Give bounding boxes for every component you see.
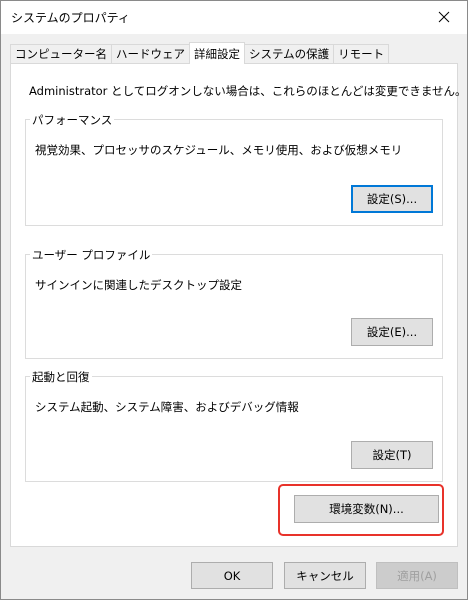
- tab-computer-name[interactable]: コンピューター名: [10, 44, 112, 63]
- performance-title: パフォーマンス: [30, 112, 115, 128]
- apply-button[interactable]: 適用(A): [376, 562, 458, 589]
- environment-variables-button[interactable]: 環境変数(N)...: [294, 495, 439, 523]
- performance-description: 視覚効果、プロセッサのスケジュール、メモリ使用、および仮想メモリ: [35, 143, 403, 157]
- startup-recovery-description: システム起動、システム障害、およびデバッグ情報: [35, 400, 299, 414]
- admin-note: Administrator としてログオンしない場合は、これらのほとんどは変更で…: [29, 84, 467, 98]
- system-properties-dialog: システムのプロパティ コンピューター名 ハードウェア 詳細設定 システムの保護 …: [0, 0, 468, 600]
- close-button[interactable]: [421, 1, 467, 33]
- tab-label: ハードウェア: [116, 47, 185, 61]
- performance-group: パフォーマンス 視覚効果、プロセッサのスケジュール、メモリ使用、および仮想メモリ…: [25, 112, 443, 226]
- performance-settings-button[interactable]: 設定(S)...: [351, 185, 433, 213]
- window-title: システムのプロパティ: [11, 11, 130, 25]
- tab-label: コンピューター名: [15, 47, 107, 61]
- tab-strip: コンピューター名 ハードウェア 詳細設定 システムの保護 リモート: [10, 42, 390, 64]
- title-bar: システムのプロパティ: [1, 1, 467, 34]
- startup-recovery-group: 起動と回復 システム起動、システム障害、およびデバッグ情報 設定(T): [25, 369, 443, 482]
- ok-button[interactable]: OK: [191, 562, 273, 589]
- user-profile-description: サインインに関連したデスクトップ設定: [35, 278, 242, 292]
- tab-hardware[interactable]: ハードウェア: [111, 44, 190, 63]
- tab-system-protection[interactable]: システムの保護: [244, 44, 335, 63]
- tab-label: 詳細設定: [194, 46, 240, 61]
- close-icon: [438, 11, 450, 23]
- tab-advanced[interactable]: 詳細設定: [189, 42, 245, 64]
- advanced-tab-panel: Administrator としてログオンしない場合は、これらのほとんどは変更で…: [10, 63, 467, 547]
- tab-remote[interactable]: リモート: [333, 44, 390, 63]
- user-profile-title: ユーザー プロファイル: [30, 247, 153, 263]
- cancel-button[interactable]: キャンセル: [284, 562, 366, 589]
- tab-label: システムの保護: [249, 47, 330, 61]
- startup-recovery-title: 起動と回復: [30, 369, 92, 385]
- startup-recovery-settings-button[interactable]: 設定(T): [351, 441, 433, 469]
- user-profile-settings-button[interactable]: 設定(E)...: [351, 318, 433, 346]
- user-profile-group: ユーザー プロファイル サインインに関連したデスクトップ設定 設定(E)...: [25, 247, 443, 359]
- tab-label: リモート: [338, 47, 385, 61]
